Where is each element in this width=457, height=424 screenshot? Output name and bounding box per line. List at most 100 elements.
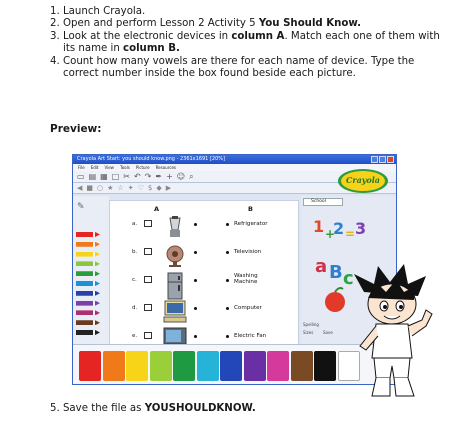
open-icon[interactable]: ▭ xyxy=(77,172,85,181)
marker-tool[interactable] xyxy=(76,241,100,247)
color-swatch[interactable] xyxy=(314,351,336,381)
marker-tool[interactable] xyxy=(76,232,100,237)
blender-picture xyxy=(169,216,181,237)
marker-tool[interactable] xyxy=(76,261,100,267)
shapes-icon[interactable]: ◆ xyxy=(156,184,161,192)
cartoon-boy-illustration xyxy=(354,264,433,397)
heart-icon[interactable]: ♡ xyxy=(138,184,144,192)
row-letter: e. xyxy=(132,333,138,339)
match-dot-a[interactable] xyxy=(194,307,197,310)
vowel-count-box[interactable] xyxy=(144,220,152,227)
instruction-item: 4. Count how many vowels are there for ea… xyxy=(50,56,450,81)
crayola-logo: Crayola xyxy=(338,169,388,193)
fill-icon[interactable]: ■ xyxy=(86,184,93,192)
panel-button-save[interactable]: Save xyxy=(323,330,333,335)
match-dot-b[interactable] xyxy=(226,279,229,282)
people-icon[interactable]: ☺ xyxy=(177,172,185,181)
match-dot-b[interactable] xyxy=(226,307,229,310)
marker-tool[interactable] xyxy=(76,300,100,306)
close-button[interactable] xyxy=(387,156,394,163)
zoom-icon[interactable]: ⌕ xyxy=(189,172,193,182)
vowel-count-box[interactable] xyxy=(144,332,152,339)
menu-item-tools[interactable]: Tools xyxy=(120,164,130,171)
minimize-button[interactable] xyxy=(371,156,378,163)
device-name: Computer xyxy=(234,305,262,311)
svg-text:a: a xyxy=(315,256,327,277)
svg-text:=: = xyxy=(345,227,355,241)
marker-tool[interactable] xyxy=(76,281,100,286)
color-swatch[interactable] xyxy=(149,351,172,381)
bold-text: column B. xyxy=(123,43,180,55)
redo-icon[interactable]: ↷ xyxy=(145,172,152,181)
marker-tool[interactable] xyxy=(76,320,100,326)
color-swatch[interactable] xyxy=(126,351,148,381)
menu-item-view[interactable]: View xyxy=(104,164,114,171)
svg-text:2: 2 xyxy=(333,219,344,238)
panel-button-spelling[interactable]: Spelling xyxy=(303,322,319,327)
instruction-number: 5. xyxy=(50,403,63,414)
money-icon[interactable]: $ xyxy=(148,184,152,192)
electric-fan-picture xyxy=(166,245,184,267)
color-swatch[interactable] xyxy=(290,351,313,381)
match-dot-a[interactable] xyxy=(194,335,197,338)
back-icon[interactable]: ◀ xyxy=(77,184,82,192)
column-b-header: B xyxy=(248,205,253,213)
match-dot-a[interactable] xyxy=(194,223,197,226)
instruction-item: 1. Launch Crayola. xyxy=(50,6,450,18)
marker-tool[interactable] xyxy=(76,271,100,277)
device-name: Television xyxy=(234,249,262,255)
marker-tool[interactable] xyxy=(76,251,100,257)
forward-icon[interactable]: ▶ xyxy=(166,184,171,192)
menu-item-resources[interactable]: Resources xyxy=(156,164,176,171)
bold-text: YOUSHOULDKNOW. xyxy=(144,403,256,414)
panel-button-sizes[interactable]: Sizes xyxy=(303,330,313,335)
color-swatch[interactable] xyxy=(267,351,289,381)
menu-item-file[interactable]: File xyxy=(78,164,85,171)
vowel-count-box[interactable] xyxy=(144,248,152,255)
menu-item-picture[interactable]: Picture xyxy=(136,164,150,171)
text-segment: Launch Crayola. xyxy=(63,6,146,17)
match-dot-b[interactable] xyxy=(226,251,229,254)
menu-item-edit[interactable]: Edit xyxy=(91,164,99,171)
computer-picture xyxy=(163,300,187,323)
marker-tool[interactable] xyxy=(76,330,100,335)
print-icon[interactable]: ▦ xyxy=(100,172,108,181)
device-name: Refrigerator xyxy=(234,221,268,227)
category-dropdown[interactable]: School xyxy=(303,198,343,206)
cut-icon[interactable]: ✂ xyxy=(123,172,130,181)
row-letter: b. xyxy=(132,249,138,255)
star-icon[interactable]: ★ xyxy=(107,184,113,192)
color-swatch[interactable] xyxy=(196,351,219,381)
brush-tool-icon[interactable]: ✎ xyxy=(77,202,85,212)
svg-text:B: B xyxy=(329,262,343,283)
rotate-icon[interactable]: ○ xyxy=(97,184,103,192)
eyedropper-icon[interactable]: ✒ xyxy=(155,172,162,181)
match-dot-b[interactable] xyxy=(226,223,229,226)
sparkle-icon[interactable]: ✦ xyxy=(128,184,134,192)
color-swatch[interactable] xyxy=(102,351,125,381)
undo-icon[interactable]: ↶ xyxy=(134,172,141,181)
vowel-count-box[interactable] xyxy=(144,276,152,283)
svg-text:3: 3 xyxy=(355,219,366,238)
refrigerator-picture xyxy=(167,272,183,300)
color-swatch[interactable] xyxy=(173,351,195,381)
star-outline-icon[interactable]: ☆ xyxy=(117,184,123,192)
text-segment: Count how many vowels are there for each… xyxy=(63,55,415,80)
marker-tool[interactable] xyxy=(76,290,100,296)
save-icon[interactable]: ▤ xyxy=(89,172,97,181)
color-swatch[interactable] xyxy=(79,351,101,381)
color-swatch[interactable] xyxy=(220,351,242,381)
marker-tool[interactable] xyxy=(76,310,100,316)
match-dot-a[interactable] xyxy=(194,279,197,282)
match-dot-a[interactable] xyxy=(194,251,197,254)
text-segment: Save the file as xyxy=(62,403,145,414)
bold-text: You Should Know. xyxy=(258,18,362,30)
match-dot-b[interactable] xyxy=(226,335,229,338)
maximize-button[interactable] xyxy=(379,156,386,163)
color-swatch[interactable] xyxy=(243,351,266,381)
vowel-count-box[interactable] xyxy=(144,304,152,311)
window-title: Crayola Art Start: you should know.png -… xyxy=(77,156,225,162)
add-icon[interactable]: + xyxy=(166,172,173,181)
new-icon[interactable]: □ xyxy=(112,172,120,181)
bold-text: column A xyxy=(231,30,285,42)
